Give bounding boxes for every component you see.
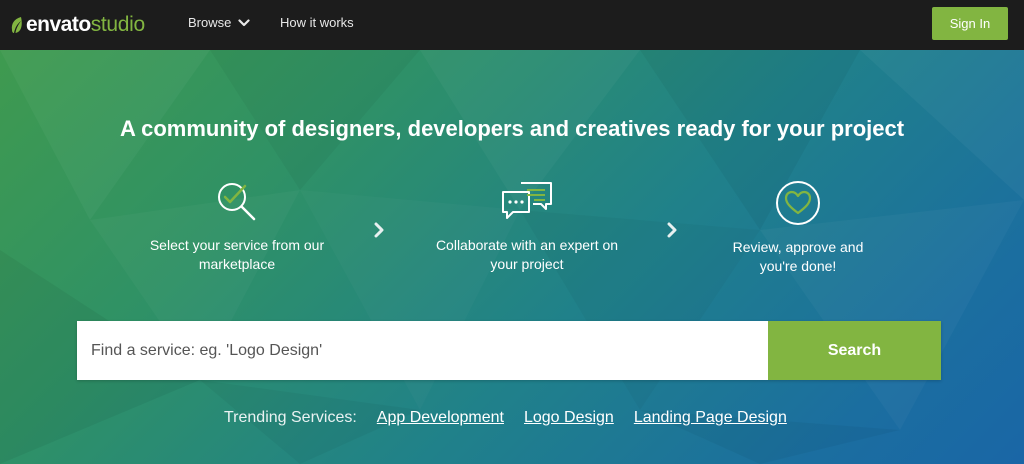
nav-how-it-works[interactable]: How it works	[280, 15, 354, 30]
trending-link-landing-page-design[interactable]: Landing Page Design	[634, 409, 787, 427]
search-button[interactable]: Search	[768, 321, 941, 380]
hero-section: A community of designers, developers and…	[0, 50, 1024, 464]
step-select-label-line1: Select your service from our	[149, 237, 325, 253]
trending-label: Trending Services:	[224, 409, 357, 426]
service-search-bar: Search	[77, 321, 941, 380]
trending-link-app-development[interactable]: App Development	[377, 409, 504, 427]
chevron-down-icon	[238, 18, 250, 26]
step-review-label-line1: Review, approve and	[732, 239, 864, 255]
top-navigation-bar: envato studio Browse How it works Sign I…	[0, 0, 1024, 50]
step-select-service: Select your service from our marketplace	[127, 180, 347, 274]
magnifier-check-icon	[218, 183, 256, 221]
trending-services: Trending Services: App Development Logo …	[224, 409, 807, 427]
step-select-label-line2: marketplace	[198, 256, 276, 272]
chevron-right-icon	[667, 222, 677, 238]
service-search-input[interactable]	[77, 321, 768, 380]
heart-circle-icon	[776, 181, 820, 225]
step-review-label-line2: you're done!	[759, 258, 837, 274]
chat-bubbles-icon	[502, 182, 552, 219]
step-collaborate: Collaborate with an expert on your proje…	[417, 180, 637, 274]
leaf-icon	[11, 17, 22, 33]
chevron-right-icon	[374, 222, 384, 238]
sign-in-button[interactable]: Sign In	[932, 7, 1008, 40]
nav-browse-label: Browse	[188, 15, 232, 30]
step-review-approve: Review, approve and you're done!	[688, 180, 908, 276]
envato-studio-logo[interactable]: envato studio	[10, 12, 145, 38]
step-collaborate-label-line1: Collaborate with an expert on	[435, 237, 619, 253]
nav-browse[interactable]: Browse	[188, 15, 250, 30]
step-collaborate-label-line2: your project	[490, 256, 564, 272]
logo-word-envato: envato	[26, 13, 91, 36]
hero-headline: A community of designers, developers and…	[119, 116, 905, 141]
logo-word-studio: studio	[90, 13, 146, 36]
trending-link-logo-design[interactable]: Logo Design	[524, 409, 614, 427]
